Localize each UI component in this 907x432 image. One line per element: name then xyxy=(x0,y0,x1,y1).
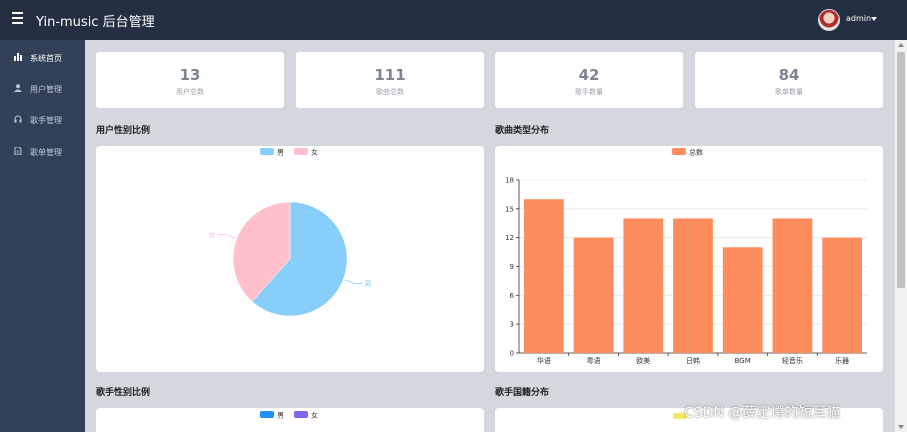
scroll-down-icon[interactable] xyxy=(898,425,904,429)
legend-label: 男 xyxy=(277,412,284,420)
legend-swatch xyxy=(294,148,308,155)
stat-card-users: 13 用户总数 xyxy=(96,52,284,108)
singer-gender-pie-chart: 男女 xyxy=(260,411,318,420)
legend-label: 女 xyxy=(311,148,318,157)
stat-card-singers: 42 歌手数量 xyxy=(495,52,683,108)
bar xyxy=(772,218,813,353)
bar xyxy=(573,237,614,353)
sidebar-item-label: 歌单管理 xyxy=(30,148,62,157)
y-tick-label: 12 xyxy=(505,234,514,242)
bar-chart-icon xyxy=(14,53,22,61)
sidebar-item-label: 系统首页 xyxy=(30,54,62,63)
bar xyxy=(722,247,763,353)
sidebar-item-users[interactable]: 用户管理 xyxy=(0,73,85,103)
section-title-singer-country: 歌手国籍分布 xyxy=(495,388,550,398)
bar xyxy=(523,199,564,353)
x-tick-label: 轻音乐 xyxy=(782,356,803,365)
document-icon xyxy=(14,147,22,155)
pie-label: 男 xyxy=(365,280,372,288)
app-title: Yin-music 后台管理 xyxy=(36,15,155,30)
user-name[interactable]: admin xyxy=(846,14,871,23)
pie-label-line xyxy=(345,279,363,284)
pie-label-line xyxy=(217,234,235,239)
bar xyxy=(623,218,664,353)
y-tick-label: 15 xyxy=(505,205,514,213)
bar xyxy=(673,218,713,353)
song-type-bar-chart: 总数 0 3 6 9 12 15 18 华语 粤语 欧美 日韩 BGM 轻音乐 乐器 xyxy=(505,148,867,365)
stat-label: 用户总数 xyxy=(176,88,204,96)
avatar[interactable] xyxy=(818,9,840,31)
y-tick-label: 3 xyxy=(510,321,514,329)
legend-swatch xyxy=(294,411,308,418)
y-tick-label: 0 xyxy=(510,350,514,358)
legend-label: 女 xyxy=(311,411,318,420)
y-tick-label: 9 xyxy=(510,263,514,271)
main-content: 13 用户总数 111 歌曲总数 42 歌手数量 84 歌单数量 用户性别比例 … xyxy=(85,40,895,432)
legend-swatch xyxy=(260,148,274,155)
section-title-singer-gender: 歌手性别比例 xyxy=(96,388,151,398)
stat-label: 歌单数量 xyxy=(775,88,803,96)
legend-swatch xyxy=(260,411,274,418)
bar xyxy=(822,237,863,353)
singer-gender-chart-panel: 男女 xyxy=(96,408,484,432)
stat-value: 13 xyxy=(179,66,201,84)
x-tick-label: 粤语 xyxy=(587,356,601,365)
pie-label: 女 xyxy=(208,230,215,239)
x-tick-label: 日韩 xyxy=(686,356,700,365)
sidebar: 系统首页 用户管理 歌手管理 歌单管理 xyxy=(0,40,85,432)
stat-label: 歌曲总数 xyxy=(376,88,404,96)
user-gender-pie-chart: 男女男女 xyxy=(208,148,372,317)
user-icon xyxy=(14,84,22,92)
stat-value: 84 xyxy=(778,66,800,84)
legend-label: 总数 xyxy=(689,148,703,157)
sidebar-item-dashboard[interactable]: 系统首页 xyxy=(0,42,85,72)
stat-card-playlists: 84 歌单数量 xyxy=(695,52,883,108)
x-tick-label: 乐器 xyxy=(835,356,849,365)
scroll-up-icon[interactable] xyxy=(898,43,904,47)
sidebar-item-playlists[interactable]: 歌单管理 xyxy=(0,136,85,166)
x-tick-label: BGM xyxy=(735,357,751,365)
caret-down-icon[interactable] xyxy=(871,17,877,21)
song-type-chart-panel: 总数 0 3 6 9 12 15 18 华语 粤语 欧美 日韩 BGM 轻音乐 乐器 xyxy=(495,146,883,372)
headphones-icon xyxy=(14,115,22,123)
stat-value: 42 xyxy=(578,66,600,84)
sidebar-item-label: 歌手管理 xyxy=(30,116,62,125)
top-bar: Yin-music 后台管理 admin xyxy=(0,0,907,40)
x-tick-label: 欧美 xyxy=(636,356,650,365)
legend-swatch xyxy=(672,148,686,155)
sidebar-item-label: 用户管理 xyxy=(30,85,62,94)
scroll-thumb[interactable] xyxy=(897,52,905,288)
y-tick-label: 18 xyxy=(505,177,514,185)
page-scrollbar[interactable] xyxy=(895,40,907,432)
section-title-user-gender: 用户性别比例 xyxy=(96,126,151,136)
watermark: CSDN @薛定谔的短耳猫 xyxy=(684,405,841,421)
user-gender-chart-panel: 男女男女 xyxy=(96,146,484,372)
menu-toggle-icon[interactable] xyxy=(12,12,26,26)
section-title-song-type: 歌曲类型分布 xyxy=(495,126,550,136)
stat-label: 歌手数量 xyxy=(575,88,603,96)
sidebar-item-singers[interactable]: 歌手管理 xyxy=(0,104,85,134)
x-tick-label: 华语 xyxy=(537,356,551,365)
y-tick-label: 6 xyxy=(510,292,515,300)
stat-card-songs: 111 歌曲总数 xyxy=(296,52,484,108)
legend-label: 男 xyxy=(277,149,284,157)
stat-value: 111 xyxy=(374,66,406,84)
